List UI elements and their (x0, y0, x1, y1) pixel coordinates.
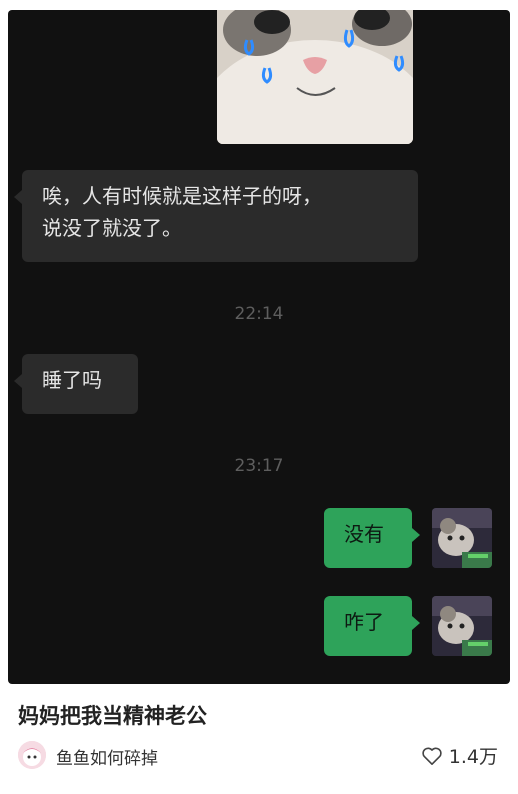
message-text: 睡了吗 (42, 368, 102, 392)
post-card[interactable]: 唉，人有时候就是这样子的呀， 说没了就没了。 22:14 睡了吗 23:17 没… (0, 0, 518, 794)
message-bubble-incoming[interactable]: 睡了吗 (14, 354, 138, 414)
post-title[interactable]: 妈妈把我当精神老公 (18, 700, 207, 730)
message-bubble-outgoing[interactable]: 没有 (324, 508, 420, 568)
author-avatar-icon[interactable] (18, 741, 46, 769)
cat-avatar-icon[interactable] (432, 596, 492, 656)
message-bubble-outgoing[interactable]: 咋了 (324, 596, 420, 656)
heart-icon (422, 747, 442, 765)
message-text-line: 唉，人有时候就是这样子的呀， (42, 184, 322, 208)
message-text: 咋了 (344, 610, 384, 634)
like-count: 1.4万 (448, 746, 498, 768)
author-name[interactable]: 鱼鱼如何碎掉 (56, 744, 158, 769)
like-button[interactable]: 1.4万 (421, 742, 498, 769)
chat-screenshot[interactable]: 唉，人有时候就是这样子的呀， 说没了就没了。 22:14 睡了吗 23:17 没… (8, 10, 510, 684)
timestamp: 22:14 (234, 304, 284, 324)
message-text-line: 说没了就没了。 (42, 216, 182, 240)
crying-cat-sticker-icon (217, 10, 413, 144)
cat-avatar-icon[interactable] (432, 508, 492, 568)
timestamp: 23:17 (234, 456, 284, 476)
message-bubble-incoming[interactable]: 唉，人有时候就是这样子的呀， 说没了就没了。 (14, 170, 418, 262)
message-text: 没有 (344, 522, 384, 546)
